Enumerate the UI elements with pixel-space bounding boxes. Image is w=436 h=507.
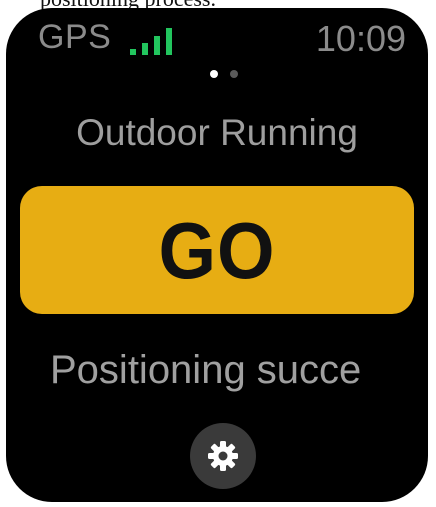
gear-icon <box>208 441 238 471</box>
signal-bar-1 <box>130 49 136 55</box>
settings-button[interactable] <box>190 423 256 489</box>
page-dot-inactive <box>230 70 238 78</box>
go-button[interactable]: GO <box>20 186 414 314</box>
signal-bar-4 <box>166 28 172 55</box>
signal-bar-2 <box>142 43 148 55</box>
watch-screen: GPS 10:09 Outdoor Running GO Positioning… <box>6 8 428 502</box>
go-button-label: GO <box>158 205 276 295</box>
signal-bars-icon <box>130 28 172 55</box>
status-bar: GPS 10:09 <box>6 8 428 70</box>
gps-label: GPS <box>38 18 112 56</box>
page: positioning process. GPS 10:09 Outdoor R… <box>0 0 436 507</box>
page-indicator <box>204 70 244 80</box>
page-dot-active <box>210 70 218 78</box>
signal-bar-3 <box>154 36 160 55</box>
positioning-status-text: Positioning succe <box>50 348 362 392</box>
clock-time: 10:09 <box>315 18 406 59</box>
activity-title: Outdoor Running <box>76 112 358 153</box>
